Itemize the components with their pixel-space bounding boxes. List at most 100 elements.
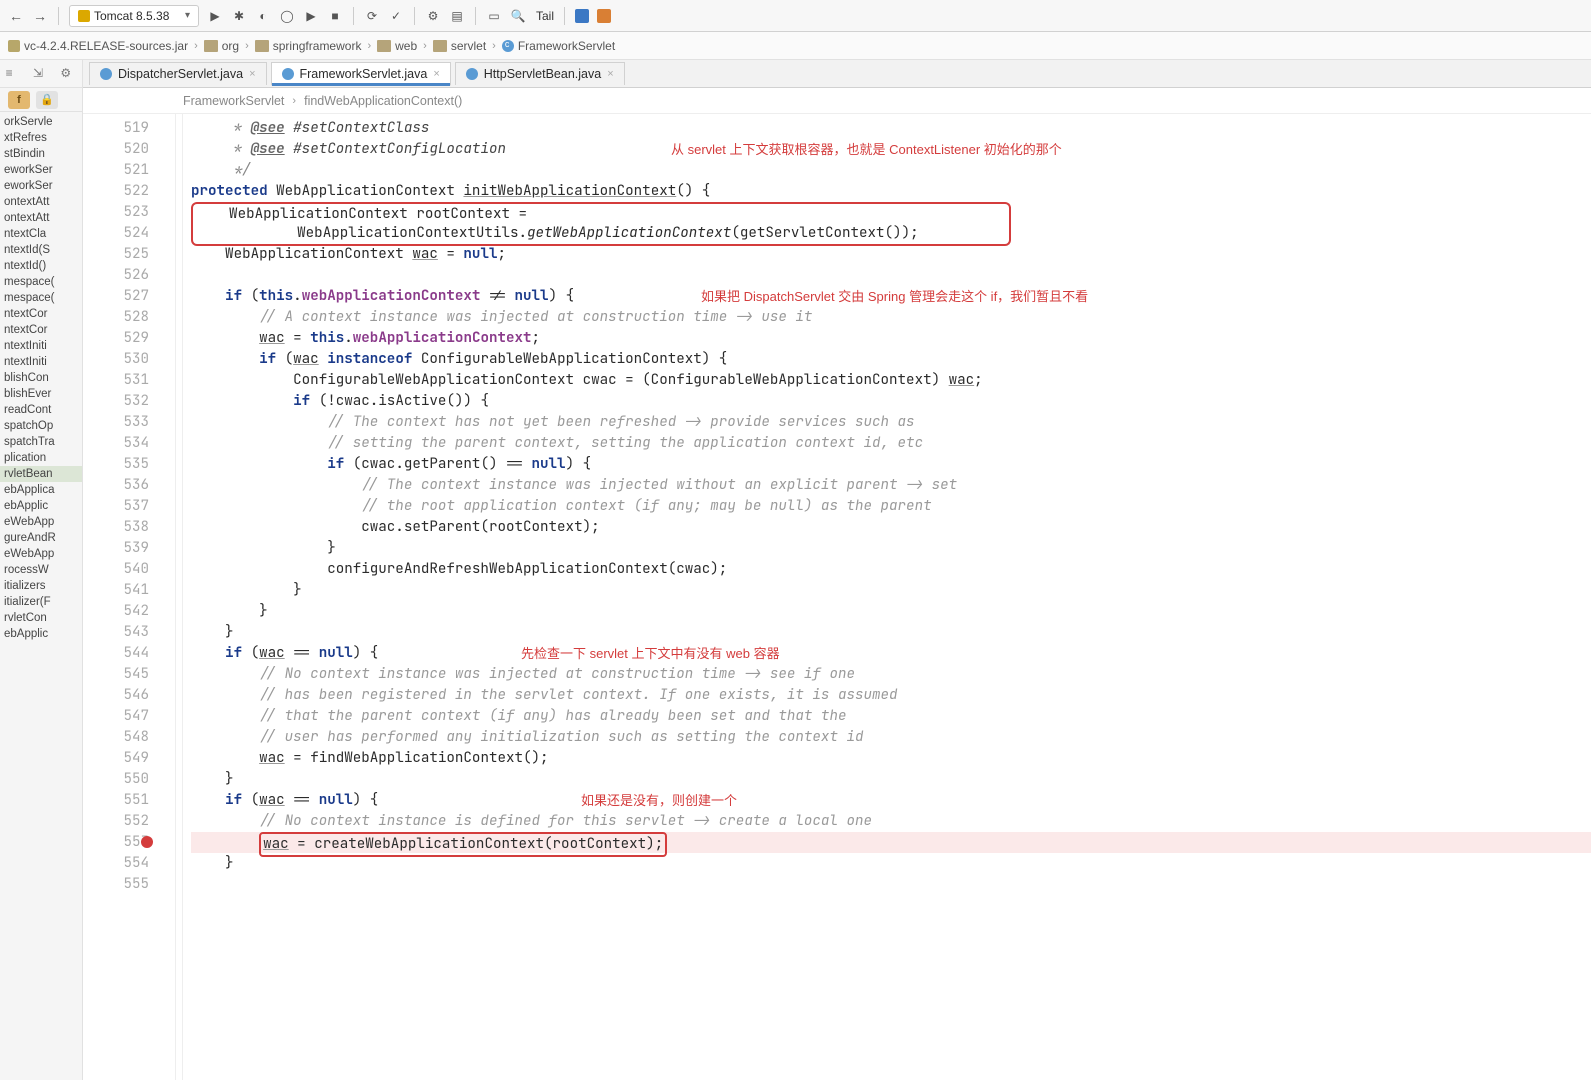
commit-icon[interactable]: ✓ <box>388 8 404 24</box>
structure-item[interactable]: rvletBean <box>0 466 82 482</box>
line-gutter[interactable]: 5195205215225235245255265275285295305315… <box>83 114 175 1080</box>
line-number[interactable]: 520 <box>83 139 175 160</box>
line-number[interactable]: 521 <box>83 160 175 181</box>
crumb-package[interactable]: servlet <box>433 39 486 53</box>
coverage-icon[interactable]: ◐ <box>255 8 271 24</box>
line-number[interactable]: 534 <box>83 433 175 454</box>
structure-item[interactable]: rocessW <box>0 562 82 578</box>
line-number[interactable]: 554 <box>83 853 175 874</box>
structure-item[interactable]: ebApplic <box>0 498 82 514</box>
line-number[interactable]: 549 <box>83 748 175 769</box>
stop-icon[interactable]: ■ <box>327 8 343 24</box>
close-icon[interactable]: × <box>249 68 255 80</box>
line-number[interactable]: 532 <box>83 391 175 412</box>
collapse-icon[interactable]: ≡ <box>6 66 22 82</box>
line-number[interactable]: 540 <box>83 559 175 580</box>
structure-item[interactable]: spatchOp <box>0 418 82 434</box>
structure-list[interactable]: orkServlextRefresstBindineworkSereworkSe… <box>0 112 82 1080</box>
line-number[interactable]: 550 <box>83 769 175 790</box>
plugin-orange-icon[interactable] <box>597 9 611 23</box>
structure-item[interactable]: eWebApp <box>0 514 82 530</box>
plugin-blue-icon[interactable] <box>575 9 589 23</box>
line-number[interactable]: 527 <box>83 286 175 307</box>
context-class[interactable]: FrameworkServlet <box>183 94 284 108</box>
structure-item[interactable]: ontextAtt <box>0 210 82 226</box>
run-config-combo[interactable]: Tomcat 8.5.38 ▾ <box>69 5 199 27</box>
line-number[interactable]: 545 <box>83 664 175 685</box>
structure-item[interactable]: ntextIniti <box>0 354 82 370</box>
code-editor[interactable]: 5195205215225235245255265275285295305315… <box>83 114 1591 1080</box>
structure-item[interactable]: ebApplic <box>0 626 82 642</box>
search-icon[interactable]: 🔍 <box>510 8 526 24</box>
fold-column[interactable] <box>175 114 183 1080</box>
line-number[interactable]: 531 <box>83 370 175 391</box>
line-number[interactable]: 528 <box>83 307 175 328</box>
line-number[interactable]: 526 <box>83 265 175 286</box>
structure-item[interactable]: rvletCon <box>0 610 82 626</box>
structure-toggle-icon[interactable]: ▤ <box>449 8 465 24</box>
line-number[interactable]: 548 <box>83 727 175 748</box>
line-number[interactable]: 552 <box>83 811 175 832</box>
breakpoint-icon[interactable] <box>141 836 153 848</box>
line-number[interactable]: 542 <box>83 601 175 622</box>
run-icon[interactable]: ▶ <box>207 8 223 24</box>
profile-icon[interactable]: ◯ <box>279 8 295 24</box>
line-number[interactable]: 547 <box>83 706 175 727</box>
structure-item[interactable]: ntextCor <box>0 306 82 322</box>
structure-item[interactable]: readCont <box>0 402 82 418</box>
structure-item[interactable]: blishCon <box>0 370 82 386</box>
line-number[interactable]: 553 <box>83 832 175 853</box>
line-number[interactable]: 555 <box>83 874 175 895</box>
build-icon[interactable]: ⚙ <box>425 8 441 24</box>
line-number[interactable]: 525 <box>83 244 175 265</box>
structure-item[interactable]: eworkSer <box>0 162 82 178</box>
preview-icon[interactable]: ▭ <box>486 8 502 24</box>
nav-forward-icon[interactable]: → <box>32 8 48 24</box>
fields-badge[interactable]: f <box>8 91 30 109</box>
line-number[interactable]: 539 <box>83 538 175 559</box>
line-number[interactable]: 541 <box>83 580 175 601</box>
line-number[interactable]: 523 <box>83 202 175 223</box>
structure-item[interactable]: blishEver <box>0 386 82 402</box>
line-number[interactable]: 543 <box>83 622 175 643</box>
line-number[interactable]: 535 <box>83 454 175 475</box>
gear-icon[interactable]: ⚙ <box>60 66 76 82</box>
structure-item[interactable]: itializer(F <box>0 594 82 610</box>
line-number[interactable]: 530 <box>83 349 175 370</box>
line-number[interactable]: 524 <box>83 223 175 244</box>
crumb-jar[interactable]: vc-4.2.4.RELEASE-sources.jar <box>8 39 188 53</box>
crumb-package[interactable]: springframework <box>255 39 362 53</box>
line-number[interactable]: 544 <box>83 643 175 664</box>
crumb-class[interactable]: FrameworkServlet <box>502 39 615 53</box>
structure-item[interactable]: mespace( <box>0 274 82 290</box>
debug-icon[interactable]: ✱ <box>231 8 247 24</box>
line-number[interactable]: 529 <box>83 328 175 349</box>
structure-item[interactable]: gureAndR <box>0 530 82 546</box>
structure-item[interactable]: plication <box>0 450 82 466</box>
structure-item[interactable]: ntextId(S <box>0 242 82 258</box>
editor-tab[interactable]: DispatcherServlet.java× <box>89 62 267 85</box>
close-icon[interactable]: × <box>433 68 439 80</box>
line-number[interactable]: 522 <box>83 181 175 202</box>
line-number[interactable]: 538 <box>83 517 175 538</box>
structure-item[interactable]: itializers <box>0 578 82 594</box>
line-number[interactable]: 537 <box>83 496 175 517</box>
update-project-icon[interactable]: ⟳ <box>364 8 380 24</box>
structure-item[interactable]: orkServle <box>0 114 82 130</box>
code-content[interactable]: * @see #setContextClass * @see #setConte… <box>183 114 1591 1080</box>
tail-label[interactable]: Tail <box>536 9 554 23</box>
structure-item[interactable]: eworkSer <box>0 178 82 194</box>
line-number[interactable]: 551 <box>83 790 175 811</box>
crumb-package[interactable]: org <box>204 39 239 53</box>
structure-item[interactable]: ontextAtt <box>0 194 82 210</box>
structure-item[interactable]: ntextId() <box>0 258 82 274</box>
nav-back-icon[interactable]: ← <box>8 8 24 24</box>
close-icon[interactable]: × <box>607 68 613 80</box>
editor-tab[interactable]: FrameworkServlet.java× <box>271 62 451 86</box>
structure-item[interactable]: ntextCla <box>0 226 82 242</box>
context-method[interactable]: findWebApplicationContext() <box>304 94 462 108</box>
structure-item[interactable]: ntextCor <box>0 322 82 338</box>
structure-item[interactable]: eWebApp <box>0 546 82 562</box>
structure-item[interactable]: ntextIniti <box>0 338 82 354</box>
line-number[interactable]: 536 <box>83 475 175 496</box>
